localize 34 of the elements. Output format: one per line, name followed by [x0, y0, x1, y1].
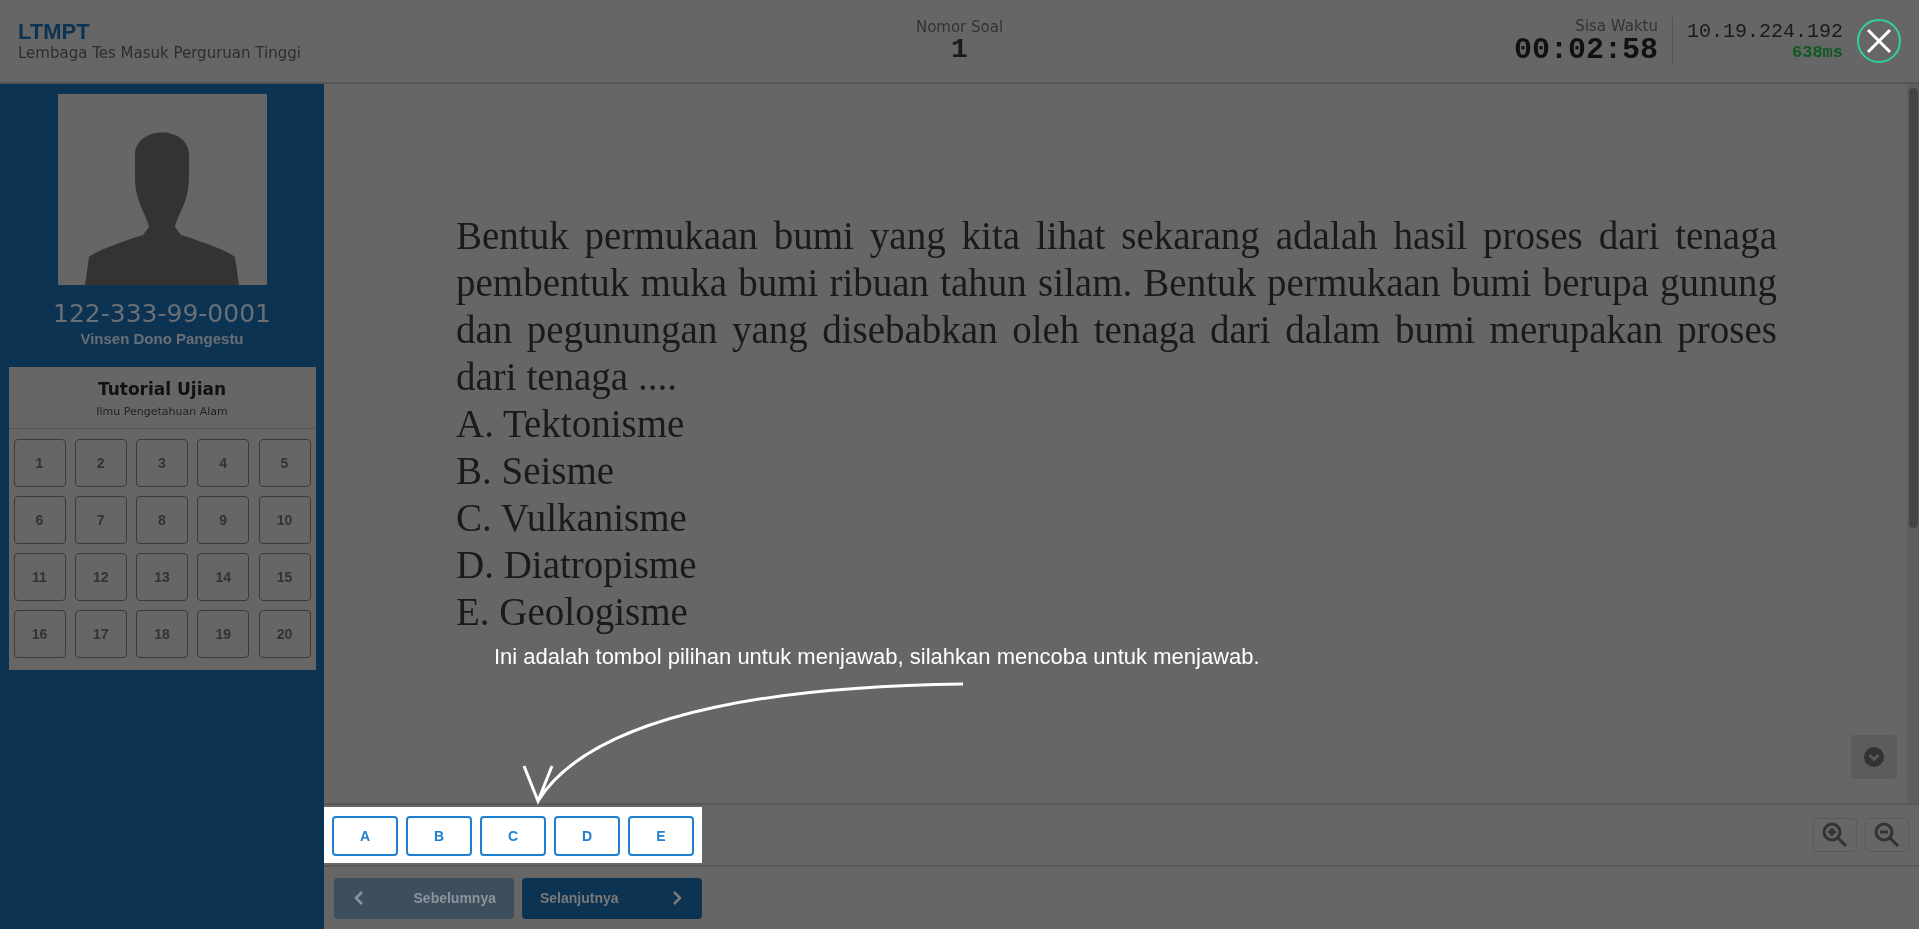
exam-title: Tutorial Ujian: [97, 379, 227, 399]
zoom-out-icon: [1873, 821, 1901, 849]
exam-subject: Ilmu Pengetahuan Alam: [96, 405, 228, 418]
tutorial-hint: Ini adalah tombol pilihan untuk menjawab, silahkan mencoba untuk menjawab.: [494, 644, 1260, 670]
ip-address: 10.19.224.192: [1686, 20, 1843, 43]
zoom-in-icon: [1821, 821, 1849, 849]
chevron-down-icon: [1864, 747, 1884, 767]
answer-option-text: E. Geologisme: [456, 589, 689, 635]
question-text: Bentuk permukaan bumi yang kita lihat sekarang adalah hasil proses dari tenaga pembentuk muka bumi ribuan tahun silam. Bentuk permukaan bumi berupa gunung dan pegunungan yang disebabkan oleh tenaga dari dalam bumi merupakan proses dari tenaga ....: [456, 213, 1777, 400]
chevron-left-icon: [352, 889, 366, 907]
zoom-in-button[interactable]: [1813, 818, 1857, 852]
participant-name: Vinsen Dono Pangestu: [80, 330, 244, 347]
answer-option-text: C. Vulkanisme: [456, 495, 688, 541]
close-icon: [1866, 28, 1892, 54]
answer-button[interactable]: D: [554, 816, 620, 856]
latency: 638ms: [1792, 43, 1843, 62]
answer-option-text: B. Seisme: [456, 448, 616, 494]
scroll-down-button[interactable]: [1851, 735, 1897, 779]
answer-button[interactable]: A: [332, 816, 398, 856]
chevron-right-icon: [670, 889, 684, 907]
question-number: 1: [951, 36, 968, 64]
answer-button[interactable]: E: [628, 816, 694, 856]
answer-button[interactable]: B: [406, 816, 472, 856]
answer-button[interactable]: C: [480, 816, 546, 856]
zoom-out-button[interactable]: [1865, 818, 1909, 852]
timer: 00:02:58: [1513, 35, 1658, 65]
answer-option-text: A. Tektonisme: [456, 401, 686, 447]
close-button[interactable]: [1857, 19, 1901, 63]
answer-option-text: D. Diatropisme: [456, 542, 698, 588]
participant-id: 122-333-99-0001: [53, 299, 271, 328]
scrollbar[interactable]: [1907, 84, 1919, 803]
next-button[interactable]: Selanjutnya: [522, 877, 702, 919]
logo: LTMPT: [18, 19, 91, 45]
subtitle: Lembaga Tes Masuk Perguruan Tinggi: [18, 44, 302, 63]
